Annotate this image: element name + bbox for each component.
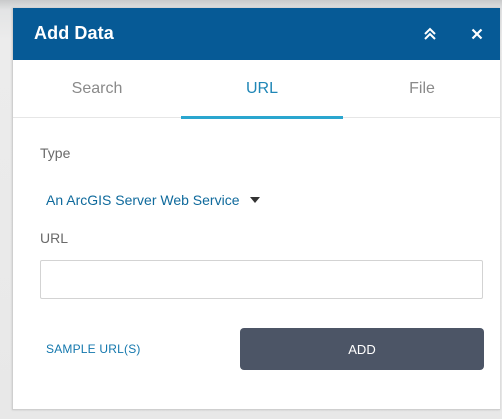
url-label: URL xyxy=(40,230,69,246)
add-button[interactable]: ADD xyxy=(240,328,484,370)
double-chevron-up-icon[interactable] xyxy=(413,22,447,46)
tab-search[interactable]: Search xyxy=(13,60,181,118)
close-icon[interactable] xyxy=(462,22,492,46)
tab-file[interactable]: File xyxy=(343,60,500,118)
type-label: Type xyxy=(40,145,71,161)
add-data-panel: Add Data Search URL File Type An ArcGIS … xyxy=(12,8,500,410)
tab-url[interactable]: URL xyxy=(181,60,343,119)
panel-header: Add Data xyxy=(13,8,500,60)
sample-urls-link[interactable]: SAMPLE URL(S) xyxy=(46,342,141,356)
url-input[interactable] xyxy=(40,260,483,299)
panel-title: Add Data xyxy=(34,23,114,43)
tab-bar: Search URL File xyxy=(13,60,500,119)
type-dropdown-value: An ArcGIS Server Web Service xyxy=(46,192,240,208)
caret-down-icon xyxy=(250,197,261,203)
type-dropdown[interactable]: An ArcGIS Server Web Service xyxy=(46,189,261,211)
